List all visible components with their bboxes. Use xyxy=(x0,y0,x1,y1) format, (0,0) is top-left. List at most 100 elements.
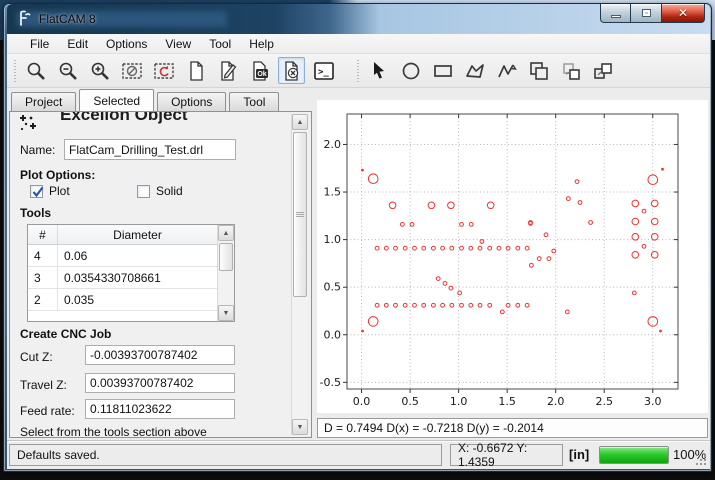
column-header-diameter[interactable]: Diameter xyxy=(58,225,217,244)
tools-table-header: # Diameter xyxy=(28,225,217,245)
statusbar-divider xyxy=(7,440,710,442)
check-icon xyxy=(31,185,45,199)
table-scrollbar-thumb[interactable] xyxy=(219,243,233,271)
zoom-out-icon xyxy=(57,60,79,82)
column-header-number[interactable]: # xyxy=(28,225,58,244)
delete-file-icon xyxy=(281,60,303,82)
selected-tab-panel: Excellon Object Name: Plot Options: Plot… xyxy=(9,111,312,438)
svg-text:1.0: 1.0 xyxy=(324,233,342,246)
toolbar-grip[interactable] xyxy=(13,60,17,82)
polygon-move-button[interactable] xyxy=(589,57,616,84)
thumb-grip xyxy=(296,212,304,217)
new-project-button[interactable] xyxy=(182,57,209,84)
table-row[interactable]: 3 0.0354330708661 xyxy=(28,267,217,289)
scroll-down-icon[interactable]: ▼ xyxy=(218,305,234,321)
draw-path-button[interactable] xyxy=(493,57,520,84)
tab-selected[interactable]: Selected xyxy=(79,89,154,111)
draw-rectangle-button[interactable] xyxy=(429,57,456,84)
scroll-up-icon[interactable]: ▲ xyxy=(218,225,234,241)
tab-bar: Project Selected Options Tool xyxy=(11,89,282,111)
terminal-icon: >_ xyxy=(313,60,335,82)
save-object-button[interactable]: Ok xyxy=(246,57,273,84)
panel-scrollbar-thumb[interactable] xyxy=(293,132,307,297)
main-toolbar: Ok >_ xyxy=(7,54,710,88)
zoom-fit-button[interactable] xyxy=(22,57,49,84)
table-row[interactable]: 2 0.035 xyxy=(28,289,217,311)
maximize-button[interactable] xyxy=(631,4,661,23)
tab-options[interactable]: Options xyxy=(157,92,226,111)
status-message-box: Defaults saved. xyxy=(9,444,442,466)
svg-text:1.5: 1.5 xyxy=(324,186,342,199)
solid-checkbox-label[interactable]: Solid xyxy=(156,184,183,198)
feed-rate-input[interactable] xyxy=(85,399,235,419)
plot-svg: 0.00.51.01.52.02.53.0-0.50.00.51.01.52.0 xyxy=(317,100,708,413)
clear-plot-icon xyxy=(121,60,143,82)
ok-file-icon: Ok xyxy=(249,60,271,82)
menu-options[interactable]: Options xyxy=(97,35,156,53)
progress-fill xyxy=(600,447,668,463)
toolbar-grip-2[interactable] xyxy=(356,60,360,82)
plot-canvas[interactable]: 0.00.51.01.52.02.53.0-0.50.00.51.01.52.0 xyxy=(317,100,708,413)
edit-object-button[interactable] xyxy=(214,57,241,84)
menu-file[interactable]: File xyxy=(21,35,58,53)
resize-grip-icon[interactable] xyxy=(696,454,706,468)
tools-table: # Diameter 4 0.06 3 0.0354330708661 2 0.… xyxy=(27,224,235,322)
minimize-icon xyxy=(611,15,621,18)
zoom-out-button[interactable] xyxy=(54,57,81,84)
progress-bar xyxy=(599,446,669,464)
minimize-button[interactable] xyxy=(600,4,631,23)
maximize-icon xyxy=(642,9,651,17)
svg-text:3.0: 3.0 xyxy=(644,395,662,408)
travel-z-label: Travel Z: xyxy=(20,378,67,392)
select-tool-button[interactable] xyxy=(365,57,392,84)
coordinates-box: X: -0.6672 Y: 1.4359 xyxy=(450,444,563,466)
zoom-fit-icon xyxy=(25,60,47,82)
plot-options-label: Plot Options: xyxy=(20,168,95,182)
plot-checkbox[interactable] xyxy=(30,185,43,198)
units-label: [in] xyxy=(569,447,589,462)
tab-tool[interactable]: Tool xyxy=(229,92,279,111)
table-row[interactable]: 4 0.06 xyxy=(28,245,217,267)
delete-object-button[interactable] xyxy=(278,57,305,84)
replot-icon xyxy=(153,60,175,82)
panel-title: Excellon Object xyxy=(60,111,188,125)
client-area: File Edit Options View Tool Help xyxy=(7,34,710,469)
menu-help[interactable]: Help xyxy=(240,35,283,53)
pointer-icon xyxy=(368,60,390,82)
scroll-up-icon[interactable]: ▲ xyxy=(292,114,308,130)
svg-text:1.0: 1.0 xyxy=(450,395,468,408)
polygon-union-button[interactable] xyxy=(525,57,552,84)
travel-z-input[interactable] xyxy=(85,373,235,393)
cut-z-input[interactable] xyxy=(85,345,235,365)
svg-text:0.5: 0.5 xyxy=(324,281,342,294)
tab-project[interactable]: Project xyxy=(11,92,76,111)
close-button[interactable]: ✕ xyxy=(661,4,705,23)
draw-circle-button[interactable] xyxy=(397,57,424,84)
panel-scrollbar[interactable]: ▲ ▼ xyxy=(291,114,308,435)
table-scrollbar[interactable]: ▲ ▼ xyxy=(217,225,234,321)
draw-polygon-button[interactable] xyxy=(461,57,488,84)
window-title: FlatCAM 8 xyxy=(39,12,96,26)
name-input[interactable] xyxy=(64,139,236,160)
plot-checkbox-label[interactable]: Plot xyxy=(49,184,70,198)
svg-text:2.5: 2.5 xyxy=(595,395,613,408)
scroll-down-icon[interactable]: ▼ xyxy=(292,419,308,435)
menu-edit[interactable]: Edit xyxy=(58,35,97,53)
svg-text:2.0: 2.0 xyxy=(547,395,565,408)
distance-readout: D = 0.7494 D(x) = -0.7218 D(y) = -0.2014 xyxy=(317,418,708,438)
menu-tool[interactable]: Tool xyxy=(200,35,240,53)
svg-text:Ok: Ok xyxy=(257,71,266,78)
cnc-section-title: Create CNC Job xyxy=(20,327,111,341)
solid-checkbox[interactable] xyxy=(137,185,150,198)
menu-view[interactable]: View xyxy=(156,35,200,53)
shell-button[interactable]: >_ xyxy=(310,57,337,84)
move-icon xyxy=(592,60,614,82)
window-controls: ✕ xyxy=(600,4,705,23)
replot-button[interactable] xyxy=(150,57,177,84)
zoom-in-button[interactable] xyxy=(86,57,113,84)
svg-text:-0.5: -0.5 xyxy=(320,376,341,389)
clear-plot-button[interactable] xyxy=(118,57,145,84)
svg-text:2.0: 2.0 xyxy=(324,138,342,151)
polygon-copy-button[interactable] xyxy=(557,57,584,84)
svg-text:1.5: 1.5 xyxy=(498,395,515,408)
